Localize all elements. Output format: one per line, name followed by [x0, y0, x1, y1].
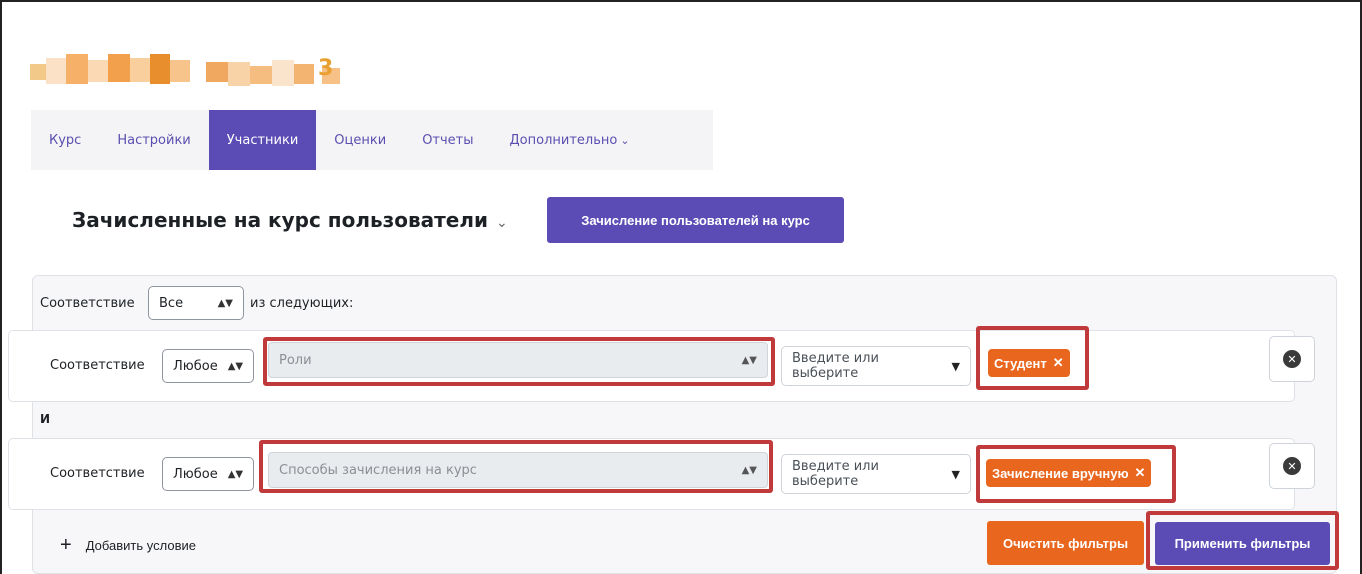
select-value: Все — [159, 295, 184, 311]
tab-label: Отчеты — [422, 132, 474, 148]
row-match-select[interactable]: Любое ▲▼ — [162, 349, 254, 383]
chevron-down-icon: ⌄ — [495, 215, 508, 231]
tab-course[interactable]: Курс — [31, 110, 99, 170]
close-circle-icon: ✕ — [1283, 457, 1301, 475]
tab-label: Дополнительно — [509, 132, 618, 148]
tab-participants[interactable]: Участники — [208, 110, 317, 170]
match-all-select[interactable]: Все ▲▼ — [148, 286, 244, 320]
clear-filters-button[interactable]: Очистить фильтры — [987, 521, 1144, 565]
apply-filters-button[interactable]: Применить фильтры — [1155, 522, 1330, 565]
filter-value-input[interactable]: Введите или выберите ▼ — [781, 346, 971, 386]
select-arrows-icon: ▲▼ — [741, 464, 757, 476]
row-match-select[interactable]: Любое ▲▼ — [162, 457, 254, 491]
caret-down-icon: ▼ — [951, 467, 960, 481]
enrol-users-button[interactable]: Зачисление пользователей на курс — [547, 197, 844, 243]
close-icon[interactable]: ✕ — [1053, 355, 1064, 371]
badge-label: Студент — [994, 355, 1047, 371]
of-following-label: из следующих: — [250, 296, 354, 311]
tab-label: Курс — [49, 132, 82, 148]
add-condition-label: Добавить условие — [85, 538, 196, 553]
caret-down-icon: ▼ — [951, 359, 960, 373]
plus-icon: + — [60, 534, 72, 556]
select-value: Любое — [173, 358, 218, 374]
selected-value-badge[interactable]: Зачисление вручную ✕ — [986, 459, 1152, 487]
page-title-text: Зачисленные на курс пользователи — [72, 208, 488, 232]
input-placeholder: Введите или выберите — [792, 459, 879, 489]
tab-label: Оценки — [334, 132, 387, 148]
course-title-blurred — [30, 50, 350, 90]
course-nav-tabs: Курс Настройки Участники Оценки Отчеты Д… — [31, 110, 713, 170]
select-arrows-icon: ▲▼ — [227, 360, 244, 372]
tab-label: Участники — [226, 132, 299, 148]
row-match-label: Соответствие — [50, 358, 145, 373]
tab-grades[interactable]: Оценки — [316, 110, 404, 170]
filter-type-select[interactable]: Роли ▲▼ — [268, 342, 768, 378]
add-condition-link[interactable]: + Добавить условие — [60, 534, 196, 557]
select-value: Роли — [279, 352, 312, 368]
input-placeholder: Введите или выберите — [792, 351, 879, 381]
close-icon[interactable]: ✕ — [1135, 465, 1146, 481]
filter-value-input[interactable]: Введите или выберите ▼ — [781, 454, 971, 494]
course-title-tail: 3 — [318, 56, 334, 81]
select-arrows-icon: ▲▼ — [227, 468, 244, 480]
selected-value-badge[interactable]: Студент ✕ — [988, 349, 1070, 377]
page-title[interactable]: Зачисленные на курс пользователи ⌄ — [72, 208, 508, 232]
remove-row-button[interactable]: ✕ — [1269, 443, 1315, 489]
match-label: Соответствие — [40, 296, 135, 311]
filter-type-select[interactable]: Способы зачисления на курс ▲▼ — [268, 452, 768, 488]
and-label: И — [40, 412, 51, 426]
tab-settings[interactable]: Настройки — [99, 110, 208, 170]
tab-more[interactable]: Дополнительно ⌄ — [492, 110, 648, 170]
select-arrows-icon: ▲▼ — [741, 354, 757, 366]
row-match-label: Соответствие — [50, 466, 145, 481]
tab-label: Настройки — [117, 132, 191, 148]
select-arrows-icon: ▲▼ — [217, 297, 233, 309]
chevron-down-icon: ⌄ — [620, 133, 630, 147]
remove-row-button[interactable]: ✕ — [1269, 336, 1315, 382]
close-circle-icon: ✕ — [1283, 350, 1301, 368]
select-value: Любое — [173, 466, 218, 482]
select-value: Способы зачисления на курс — [279, 462, 477, 478]
tab-reports[interactable]: Отчеты — [404, 110, 491, 170]
badge-label: Зачисление вручную — [992, 465, 1129, 481]
